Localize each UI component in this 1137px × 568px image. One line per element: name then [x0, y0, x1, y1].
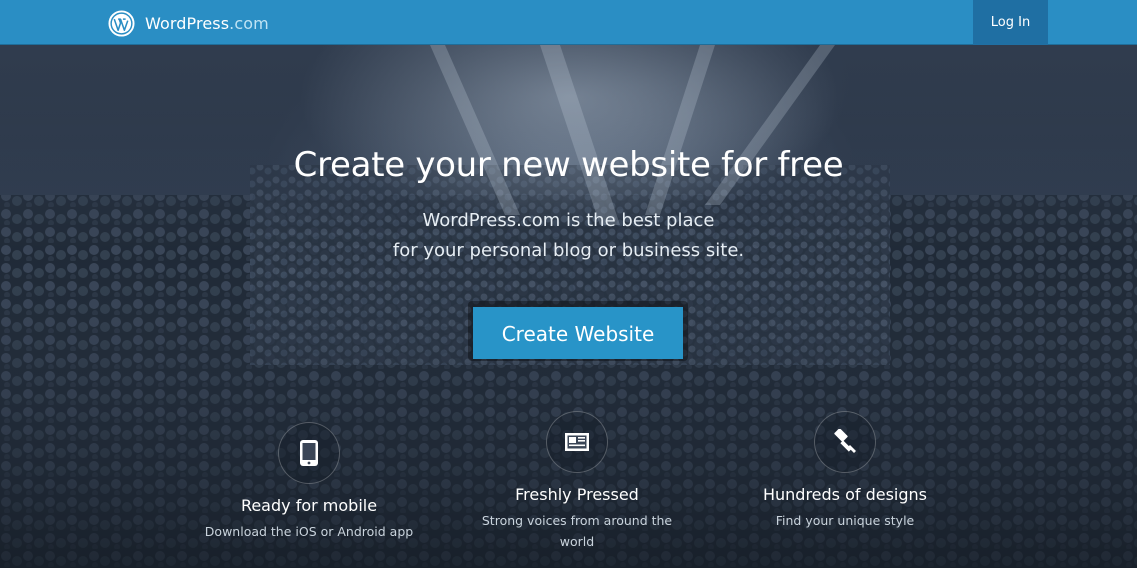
wordpress-logo-icon [108, 9, 135, 37]
brand-tld: .com [229, 13, 269, 33]
page-headline: Create your new website for free [293, 145, 844, 185]
feature-description: Download the iOS or Android app [204, 524, 414, 539]
login-button[interactable]: Log In [973, 0, 1048, 45]
feature-title: Ready for mobile [240, 496, 378, 515]
top-navigation-bar: WordPress.com Log In [0, 0, 1137, 45]
hero-subline-1: WordPress.com is the best place [422, 210, 715, 231]
brand-logo-link[interactable]: WordPress.com [108, 9, 269, 37]
feature-description: Find your unique style [775, 513, 915, 528]
feature-title: Hundreds of designs [762, 485, 928, 504]
newspaper-icon [565, 433, 589, 451]
hero-section: Create your new website for free WordPre… [0, 45, 1137, 568]
feature-freshly-pressed[interactable]: Freshly Pressed Strong voices from aroun… [447, 411, 707, 552]
feature-icon-circle [278, 422, 340, 484]
feature-hundreds-of-designs[interactable]: Hundreds of designs Find your unique sty… [715, 411, 975, 531]
feature-icon-circle [814, 411, 876, 473]
feature-ready-for-mobile[interactable]: Ready for mobile Download the iOS or And… [179, 422, 439, 542]
paint-brush-icon [834, 429, 856, 453]
brand-name: WordPress.com [145, 13, 269, 33]
mobile-phone-icon [300, 440, 318, 466]
feature-icon-circle [546, 411, 608, 473]
hero-subline-2: for your personal blog or business site. [392, 240, 745, 261]
feature-title: Freshly Pressed [515, 485, 639, 504]
feature-description: Strong voices from around the world [481, 513, 673, 549]
create-website-button[interactable]: Create Website [473, 307, 683, 359]
